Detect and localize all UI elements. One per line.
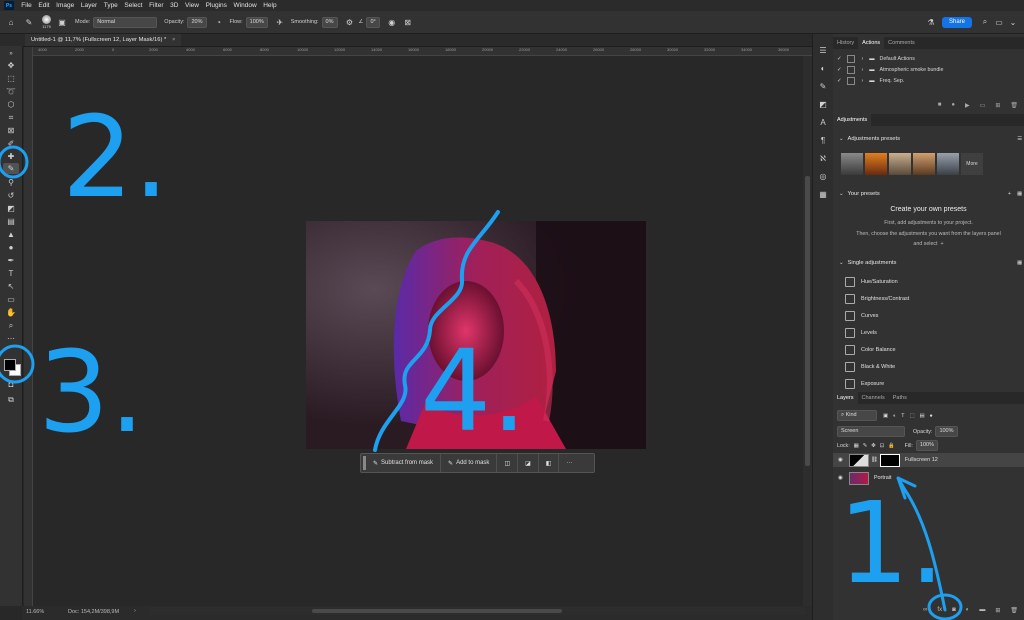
- annotation-4: 4.: [420, 327, 527, 457]
- brush-highlight-circle: [0, 145, 29, 179]
- annotation-2: 2.: [62, 93, 169, 223]
- foreground-color-swatch[interactable]: [4, 359, 16, 371]
- annotation-3: 3.: [38, 328, 145, 458]
- annotation-1: 1.: [838, 479, 945, 609]
